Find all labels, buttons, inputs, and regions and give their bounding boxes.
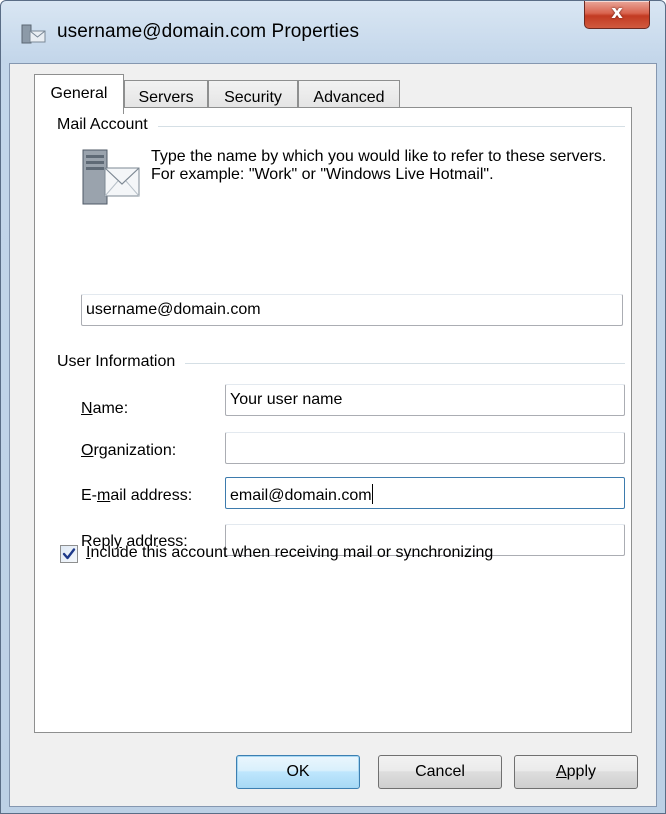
name-value: Your user name bbox=[230, 391, 343, 408]
window-title: username@domain.com Properties bbox=[57, 21, 360, 42]
checkmark-icon bbox=[62, 548, 76, 560]
email-address-value: email@domain.com bbox=[230, 487, 372, 504]
mail-account-group-label: Mail Account bbox=[57, 116, 158, 134]
tab-advanced-label: Advanced bbox=[313, 89, 385, 106]
ok-button-label: OK bbox=[286, 763, 310, 780]
mail-account-description: Type the name by which you would like to… bbox=[151, 148, 607, 183]
apply-button[interactable]: Apply bbox=[514, 755, 638, 789]
account-name-input[interactable]: username@domain.com bbox=[81, 294, 623, 326]
email-address-input[interactable]: email@domain.com bbox=[225, 477, 625, 509]
text-caret bbox=[371, 484, 373, 504]
tab-general-label: General bbox=[50, 85, 108, 102]
organization-label: Organization: bbox=[81, 442, 177, 459]
general-tab-panel: Mail Account Type the name by which you … bbox=[34, 107, 632, 733]
email-address-label: E-mail address: bbox=[81, 487, 193, 504]
include-account-label[interactable]: Include this account when receiving mail… bbox=[86, 544, 493, 562]
cancel-button-label: Cancel bbox=[415, 763, 465, 780]
ok-button[interactable]: OK bbox=[236, 755, 360, 789]
include-account-checkbox[interactable] bbox=[60, 545, 78, 563]
cancel-button[interactable]: Cancel bbox=[378, 755, 502, 789]
tab-general[interactable]: General bbox=[34, 74, 124, 114]
close-button[interactable]: x bbox=[584, 1, 650, 29]
dialog-client-area: General Servers Security Advanced Mail A… bbox=[9, 63, 657, 807]
name-input[interactable]: Your user name bbox=[225, 384, 625, 416]
user-information-group-label: User Information bbox=[57, 353, 186, 371]
apply-button-label: Apply bbox=[555, 763, 597, 780]
title-bar[interactable]: username@domain.com Properties x bbox=[1, 1, 665, 63]
properties-window: username@domain.com Properties x General… bbox=[0, 0, 666, 814]
organization-input[interactable] bbox=[225, 432, 625, 464]
close-icon: x bbox=[611, 2, 623, 23]
mail-account-icon bbox=[21, 24, 46, 44]
mail-server-icon bbox=[82, 149, 140, 205]
tab-servers-label: Servers bbox=[138, 89, 194, 106]
name-label: Name: bbox=[81, 400, 129, 417]
account-name-value: username@domain.com bbox=[86, 301, 261, 318]
tab-security-label: Security bbox=[224, 89, 282, 106]
